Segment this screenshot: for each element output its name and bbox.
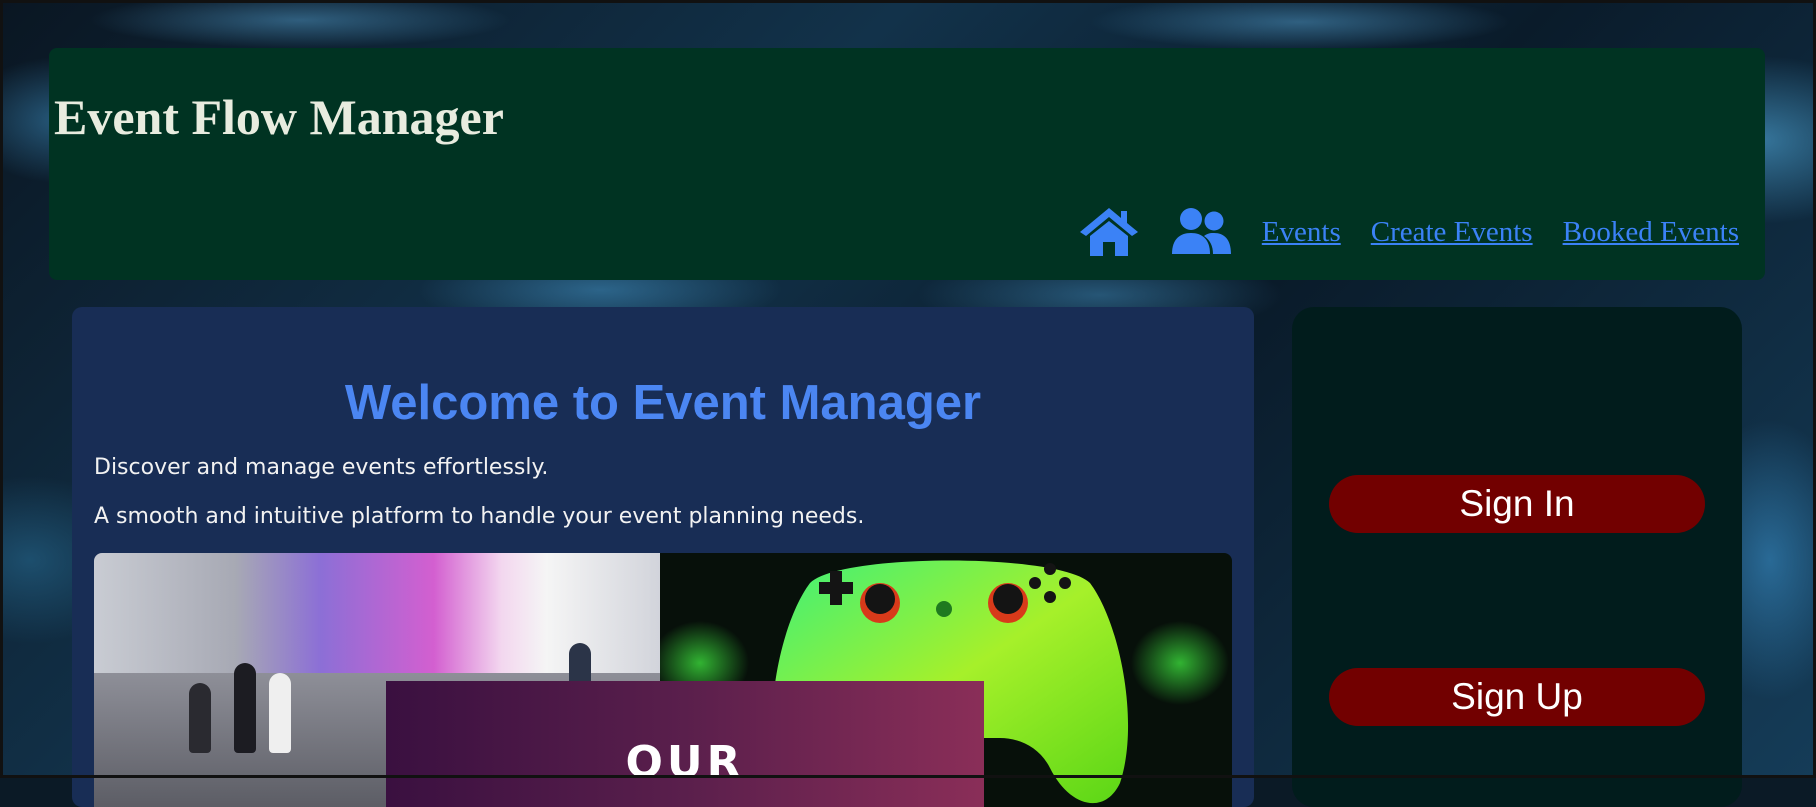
header-bar: Event Flow Manager Events Create Events … <box>49 48 1765 280</box>
sign-in-button[interactable]: Sign In <box>1329 475 1705 533</box>
sign-up-button[interactable]: Sign Up <box>1329 668 1705 726</box>
image-gallery: OUR <box>94 553 1232 807</box>
welcome-card: Welcome to Event Manager Discover and ma… <box>72 307 1254 807</box>
auth-panel: Sign In Sign Up <box>1292 307 1742 807</box>
promo-text: OUR <box>625 737 745 788</box>
intro-text: Discover and manage events effortlessly. <box>94 455 549 480</box>
home-icon[interactable] <box>1078 206 1140 258</box>
nav-link-events[interactable]: Events <box>1262 216 1341 249</box>
welcome-heading: Welcome to Event Manager <box>344 376 982 430</box>
description-text: A smooth and intuitive platform to handl… <box>94 504 865 529</box>
app-title: Event Flow Manager <box>54 89 504 145</box>
main-nav: Events Create Events Booked Events <box>1078 206 1739 258</box>
promo-banner: OUR <box>386 681 984 807</box>
nav-link-create-events[interactable]: Create Events <box>1371 216 1533 249</box>
nav-link-booked-events[interactable]: Booked Events <box>1563 216 1739 249</box>
users-icon[interactable] <box>1170 206 1232 258</box>
